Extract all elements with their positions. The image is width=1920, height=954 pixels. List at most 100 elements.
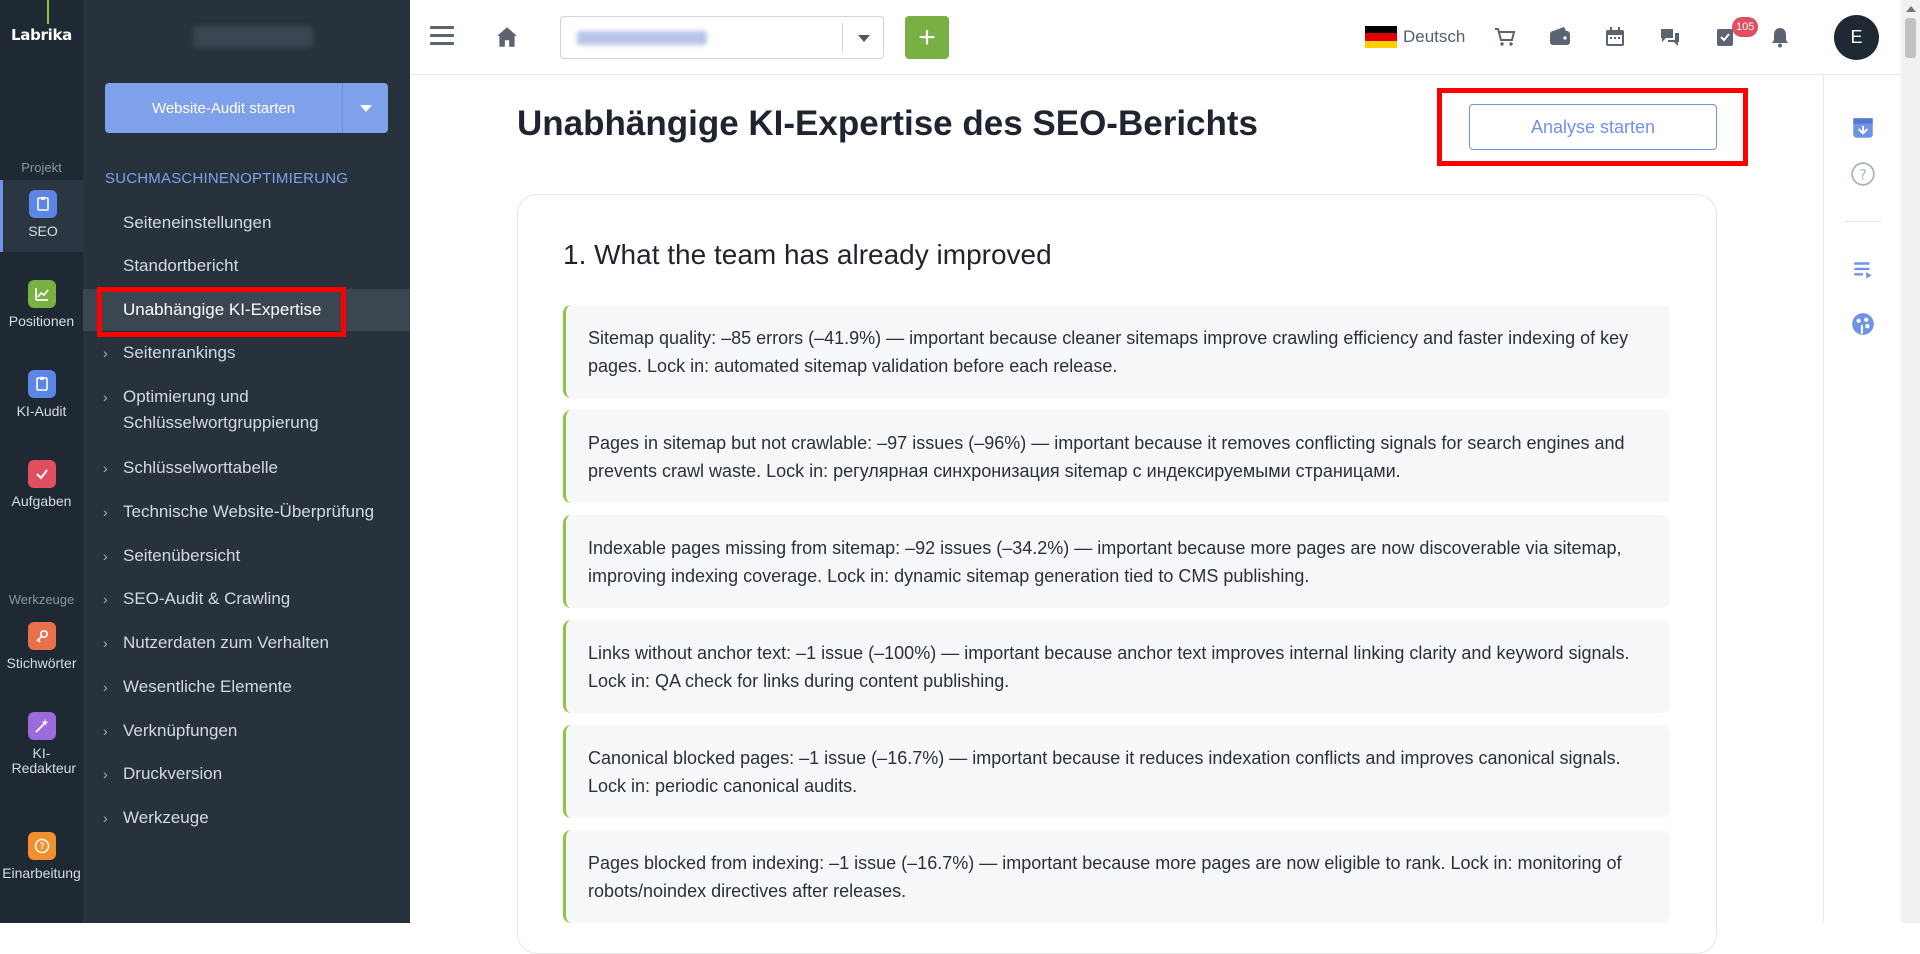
chart-icon xyxy=(27,280,56,308)
sidebar-item-seo-audit[interactable]: › SEO-Audit & Crawling xyxy=(83,586,410,612)
sidebar-item-label: Druckversion xyxy=(123,764,223,783)
improvement-item: Indexable pages missing from sitemap: –9… xyxy=(563,515,1670,608)
chevron-down-icon xyxy=(359,104,372,112)
chevron-right-icon: › xyxy=(103,460,108,476)
sidebar-heading: SUCHMASCHINENOPTIMIERUNG xyxy=(105,170,349,187)
chevron-right-icon: › xyxy=(103,504,108,520)
calendar-icon[interactable] xyxy=(1603,25,1627,49)
logo[interactable]: Labrika xyxy=(0,26,83,44)
add-project-button[interactable]: + xyxy=(905,16,949,59)
wallet-icon[interactable] xyxy=(1548,25,1572,49)
sidebar: Website-Audit starten SUCHMASCHINENOPTIM… xyxy=(83,0,410,923)
sidebar-item-werkzeuge[interactable]: › Werkzeuge xyxy=(83,805,410,831)
rail-item-einarbeitung[interactable]: ? Einarbeitung xyxy=(0,822,83,894)
svg-text:?: ? xyxy=(1859,167,1866,183)
sidebar-item-seitenuebersicht[interactable]: › Seitenübersicht xyxy=(83,543,410,569)
logo-accent xyxy=(47,0,49,24)
rail-item-stichwoerter[interactable]: Stichwörter xyxy=(0,612,83,684)
improvement-item: Sitemap quality: –85 errors (–41.9%) — i… xyxy=(563,305,1670,398)
analyse-start-button[interactable]: Analyse starten xyxy=(1469,104,1717,150)
scrollbar[interactable] xyxy=(1901,0,1920,923)
divider xyxy=(1845,221,1881,222)
sidebar-item-label: SEO-Audit & Crawling xyxy=(123,589,291,608)
language-selector[interactable]: Deutsch xyxy=(1365,26,1465,48)
top-bar: + Deutsch 105 E xyxy=(410,0,1920,75)
chevron-right-icon: › xyxy=(103,389,108,405)
improvement-item: Pages blocked from indexing: –1 issue (–… xyxy=(563,830,1670,923)
list-icon[interactable] xyxy=(1850,257,1876,283)
sidebar-item-druckversion[interactable]: › Druckversion xyxy=(83,761,410,787)
sidebar-item-nutzerdaten[interactable]: › Nutzerdaten zum Verhalten xyxy=(83,630,410,656)
rail-item-label: Aufgaben xyxy=(11,493,72,509)
rail-item-positionen[interactable]: Positionen xyxy=(0,270,83,342)
svg-text:?: ? xyxy=(39,842,44,853)
section-title: 1. What the team has already improved xyxy=(563,239,1052,270)
rail-item-ki-redakteur[interactable]: KI-Redakteur xyxy=(0,702,83,782)
notification-count-badge: 105 xyxy=(1732,17,1759,37)
rail-item-seo[interactable]: SEO xyxy=(0,180,83,252)
section-label-tools: Werkzeuge xyxy=(8,592,75,607)
sidebar-item-label: Seitenrankings xyxy=(123,343,236,362)
section-label-project: Projekt xyxy=(21,160,62,175)
sidebar-item-schluesselworttabelle[interactable]: › Schlüsselworttabelle xyxy=(83,455,410,481)
sidebar-item-technische-pruefung[interactable]: › Technische Website-Überprüfung xyxy=(83,499,410,525)
cart-icon[interactable] xyxy=(1493,25,1517,49)
language-label: Deutsch xyxy=(1403,27,1466,46)
palette-icon[interactable] xyxy=(1850,311,1876,337)
website-audit-button-label[interactable]: Website-Audit starten xyxy=(105,83,342,133)
improvement-item: Pages in sitemap but not crawlable: –97 … xyxy=(563,410,1670,503)
project-select[interactable] xyxy=(560,16,884,59)
scroll-up-arrow-icon[interactable] xyxy=(1906,6,1916,12)
chevron-right-icon: › xyxy=(103,679,108,695)
rail-item-label: Positionen xyxy=(8,313,75,329)
improvement-item: Canonical blocked pages: –1 issue (–16.7… xyxy=(563,725,1670,818)
sidebar-item-label: Technische Website-Überprüfung xyxy=(123,502,375,521)
scrollbar-thumb[interactable] xyxy=(1905,18,1916,58)
sidebar-item-label: Optimierung und Schlüsselwortgruppierung xyxy=(123,387,319,432)
sidebar-item-label: Seiteneinstellungen xyxy=(123,213,272,232)
sidebar-item-label: Standortbericht xyxy=(123,256,239,275)
help-icon: ? xyxy=(27,832,56,860)
germany-flag-icon xyxy=(1365,26,1397,48)
bell-icon[interactable] xyxy=(1768,25,1792,49)
rail-item-label: SEO xyxy=(28,223,58,239)
sidebar-item-optimierung[interactable]: › Optimierung und Schlüsselwortgruppierun… xyxy=(83,384,383,436)
home-icon[interactable] xyxy=(494,24,520,50)
improvement-item: Links without anchor text: –1 issue (–10… xyxy=(563,620,1670,713)
icon-rail: Labrika Projekt SEO Positionen KI-Audit … xyxy=(0,0,83,923)
sidebar-item-ki-expertise[interactable]: Unabhängige KI-Expertise xyxy=(83,289,410,331)
menu-icon[interactable] xyxy=(430,26,454,46)
sidebar-item-standortbericht[interactable]: Standortbericht xyxy=(83,253,410,279)
chevron-right-icon: › xyxy=(103,766,108,782)
key-icon xyxy=(27,622,56,650)
rail-item-aufgaben[interactable]: Aufgaben xyxy=(0,450,83,522)
right-utility-rail: ? xyxy=(1823,75,1901,923)
sidebar-item-verknuepfungen[interactable]: › Verknüpfungen xyxy=(83,718,410,744)
chat-icon[interactable] xyxy=(1658,25,1682,49)
project-name-blurred xyxy=(193,26,313,48)
rail-item-ki-audit[interactable]: KI-Audit xyxy=(0,360,83,432)
sidebar-item-label: Werkzeuge xyxy=(123,808,209,827)
seo-icon xyxy=(29,190,57,218)
sidebar-item-seiteneinstellungen[interactable]: Seiteneinstellungen xyxy=(83,210,410,236)
chevron-down-icon xyxy=(858,35,870,42)
page-title: Unabhängige KI-Expertise des SEO-Bericht… xyxy=(517,104,1259,143)
avatar[interactable]: E xyxy=(1834,15,1879,60)
chevron-right-icon: › xyxy=(103,635,108,651)
rail-item-label: KI-Redakteur xyxy=(11,745,77,776)
question-icon[interactable]: ? xyxy=(1850,161,1876,187)
website-audit-button[interactable]: Website-Audit starten xyxy=(105,83,388,133)
audit-dropdown-toggle[interactable] xyxy=(342,83,388,133)
sidebar-item-wesentliche-elemente[interactable]: › Wesentliche Elemente xyxy=(83,674,410,700)
chevron-right-icon: › xyxy=(103,723,108,739)
check-icon xyxy=(27,460,56,488)
sidebar-item-label: Seitenübersicht xyxy=(123,546,241,565)
archive-icon[interactable] xyxy=(1850,115,1876,141)
magic-wand-icon xyxy=(27,712,56,740)
report-card: 1. What the team has already improved Si… xyxy=(517,194,1717,954)
sidebar-item-label: Wesentliche Elemente xyxy=(123,677,292,696)
sidebar-item-seitenrankings[interactable]: › Seitenrankings xyxy=(83,340,410,366)
sidebar-item-label: Verknüpfungen xyxy=(123,721,238,740)
project-select-value-blurred xyxy=(577,30,707,45)
rail-item-label: KI-Audit xyxy=(16,403,67,419)
